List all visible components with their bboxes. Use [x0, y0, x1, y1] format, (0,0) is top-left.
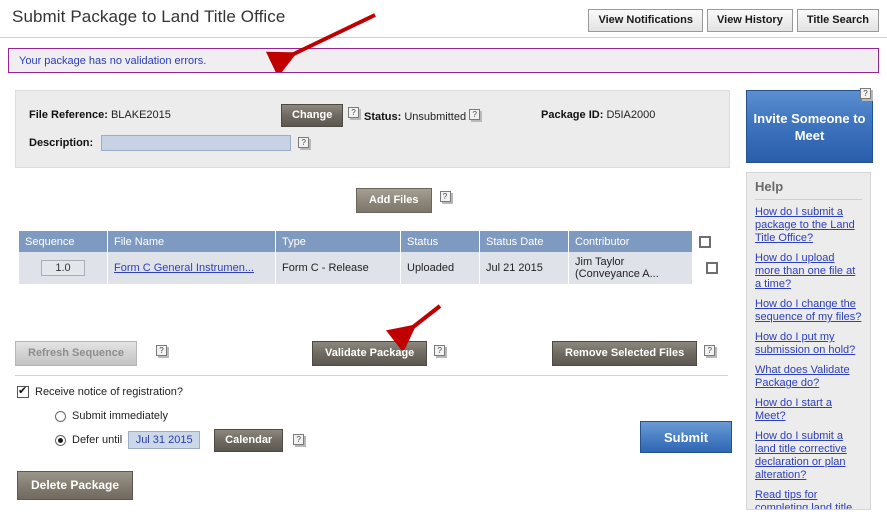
file-reference-label: File Reference:: [29, 109, 108, 121]
file-reference-value: BLAKE2015: [111, 109, 171, 121]
help-link-validate-package[interactable]: What does Validate Package do?: [755, 364, 862, 390]
invite-help-icon[interactable]: ?: [860, 88, 873, 101]
row-select-checkbox[interactable]: [706, 262, 718, 274]
package-id-value: D5IA2000: [606, 109, 655, 121]
change-help-icon[interactable]: ?: [348, 107, 361, 120]
files-table: Sequence File Name Type Status Status Da…: [19, 231, 731, 284]
sequence-value[interactable]: 1.0: [41, 260, 85, 276]
cell-sequence: 1.0: [19, 252, 108, 284]
file-name-link[interactable]: Form C General Instrumen...: [114, 262, 254, 274]
cell-row-select: [693, 252, 732, 284]
help-link-submit-package[interactable]: How do I submit a package to the Land Ti…: [755, 206, 862, 245]
submit-button[interactable]: Submit: [640, 421, 732, 453]
help-link-tips-land-title-forms[interactable]: Read tips for completing land title form…: [755, 489, 862, 510]
files-table-header-row: Sequence File Name Type Status Status Da…: [19, 231, 731, 252]
help-link-corrective-declaration[interactable]: How do I submit a land title corrective …: [755, 430, 862, 482]
calendar-help-icon[interactable]: ?: [293, 434, 306, 447]
defer-date-input[interactable]: [128, 431, 200, 449]
help-link-submission-on-hold[interactable]: How do I put my submission on hold?: [755, 331, 862, 357]
column-header-status[interactable]: Status: [401, 231, 480, 252]
submit-immediately-row: Submit immediately: [55, 406, 306, 426]
select-all-checkbox[interactable]: [699, 236, 711, 248]
validate-package-group: Validate Package ?: [312, 341, 447, 366]
cell-type: Form C - Release: [276, 252, 401, 284]
validate-package-button[interactable]: Validate Package: [312, 341, 427, 366]
package-info-row-top: File Reference: BLAKE2015 Change ? Statu…: [16, 104, 729, 126]
column-header-status-date[interactable]: Status Date: [480, 231, 569, 252]
page-header: Submit Package to Land Title Office View…: [0, 0, 887, 38]
description-input[interactable]: [101, 135, 291, 151]
change-file-reference-button[interactable]: Change: [281, 104, 343, 127]
status-group: Status: Unsubmitted ?: [364, 109, 482, 123]
description-label: Description:: [29, 137, 93, 149]
defer-until-radio[interactable]: [55, 435, 66, 446]
delete-package-button[interactable]: Delete Package: [17, 471, 133, 500]
cell-contributor: Jim Taylor (Conveyance A...: [569, 252, 693, 284]
receive-notice-label: Receive notice of registration?: [35, 386, 183, 398]
view-notifications-button[interactable]: View Notifications: [588, 9, 703, 32]
remove-selected-files-button[interactable]: Remove Selected Files: [552, 341, 697, 366]
title-search-button[interactable]: Title Search: [797, 9, 879, 32]
package-id-label: Package ID:: [541, 109, 603, 121]
cell-status-date: Jul 21 2015: [480, 252, 569, 284]
column-header-select-all: [693, 231, 732, 252]
page-title: Submit Package to Land Title Office: [12, 7, 285, 27]
status-label: Status:: [364, 111, 401, 123]
description-help-icon[interactable]: ?: [298, 137, 311, 150]
invite-someone-to-meet-button[interactable]: Invite Someone to Meet: [746, 90, 873, 163]
receive-notice-row: Receive notice of registration?: [17, 382, 306, 402]
package-id-group: Package ID: D5IA2000: [541, 109, 655, 121]
status-value: Unsubmitted: [404, 111, 466, 123]
help-panel: Help How do I submit a package to the La…: [746, 172, 871, 510]
validation-message-bar: Your package has no validation errors.: [8, 48, 879, 73]
help-link-upload-multiple[interactable]: How do I upload more than one file at a …: [755, 252, 862, 291]
refresh-sequence-help-icon[interactable]: ?: [156, 345, 169, 358]
view-history-button[interactable]: View History: [707, 9, 793, 32]
defer-until-label: Defer until: [72, 434, 122, 446]
column-header-type[interactable]: Type: [276, 231, 401, 252]
validate-package-help-icon[interactable]: ?: [434, 345, 447, 358]
submit-immediately-label: Submit immediately: [72, 410, 168, 422]
column-header-contributor[interactable]: Contributor: [569, 231, 693, 252]
submission-options: Receive notice of registration? Submit i…: [17, 382, 306, 454]
calendar-button[interactable]: Calendar: [214, 429, 283, 452]
validation-message-text: Your package has no validation errors.: [9, 55, 206, 67]
description-row: Description: ?: [29, 135, 311, 151]
remove-selected-files-group: Remove Selected Files ?: [552, 341, 717, 366]
help-link-change-sequence[interactable]: How do I change the sequence of my files…: [755, 298, 862, 324]
cell-file-name: Form C General Instrumen...: [108, 252, 276, 284]
help-panel-title: Help: [755, 179, 862, 200]
help-link-start-meet[interactable]: How do I start a Meet?: [755, 397, 862, 423]
header-button-group: View Notifications View History Title Se…: [588, 9, 879, 32]
receive-notice-checkbox[interactable]: [17, 386, 29, 398]
file-action-button-row: Refresh Sequence ? Validate Package ? Re…: [15, 341, 730, 367]
refresh-sequence-button[interactable]: Refresh Sequence: [15, 341, 137, 366]
status-help-icon[interactable]: ?: [469, 109, 482, 122]
add-files-button[interactable]: Add Files: [356, 188, 432, 213]
add-files-group: Add Files ?: [356, 188, 453, 213]
submit-immediately-radio[interactable]: [55, 411, 66, 422]
add-files-help-icon[interactable]: ?: [440, 191, 453, 204]
defer-until-row: Defer until Calendar ?: [55, 430, 306, 450]
table-row: 1.0 Form C General Instrumen... Form C -…: [19, 252, 731, 284]
file-reference-group: File Reference: BLAKE2015: [29, 109, 171, 121]
cell-status: Uploaded: [401, 252, 480, 284]
package-info-panel: File Reference: BLAKE2015 Change ? Statu…: [15, 90, 730, 168]
column-header-sequence[interactable]: Sequence: [19, 231, 108, 252]
column-header-file-name[interactable]: File Name: [108, 231, 276, 252]
remove-selected-files-help-icon[interactable]: ?: [704, 345, 717, 358]
section-divider: [15, 375, 728, 376]
